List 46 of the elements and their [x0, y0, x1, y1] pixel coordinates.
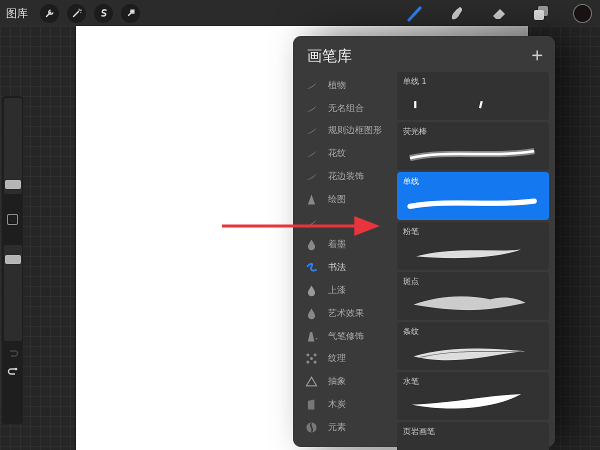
add-button[interactable]: + [531, 46, 543, 66]
gallery-button[interactable]: 图库 [6, 6, 28, 20]
brush-stroke-preview [414, 100, 483, 110]
pencil-tip-icon [305, 192, 318, 206]
drop-icon [305, 284, 318, 298]
brush-set-item[interactable]: 气笔修饰 [301, 324, 393, 348]
brush-card[interactable]: 水笔 [397, 372, 549, 420]
ink-drop-icon [305, 238, 318, 252]
panel-title: 画笔库 [307, 46, 352, 66]
brush-card[interactable]: 粉笔 [397, 222, 549, 270]
brush-set-item[interactable]: 抽象 [301, 370, 393, 394]
brush-card[interactable]: 条纹 [397, 322, 549, 370]
brush-set-item[interactable]: 元素 [301, 416, 393, 439]
brush-set-item[interactable]: 绘图 [301, 188, 393, 211]
brush-card[interactable]: 荧光棒 [397, 122, 549, 170]
color-swatch[interactable] [573, 4, 592, 22]
wrench-button[interactable] [40, 4, 59, 22]
brush-card[interactable]: 斑点 [397, 272, 549, 320]
modify-button[interactable] [7, 214, 18, 225]
airbrush-icon [305, 330, 318, 343]
selection-button[interactable] [94, 4, 113, 22]
brush-set-item[interactable]: 书法 [301, 256, 393, 280]
brush-set-item[interactable]: 花纹 [301, 142, 393, 166]
slider-thumb[interactable] [4, 180, 20, 190]
brush-set-item[interactable]: 无名组合 [301, 96, 393, 120]
magic-wand-button[interactable] [67, 4, 86, 22]
layers-icon[interactable] [531, 3, 551, 23]
triangle-icon [305, 375, 318, 388]
ink-drop-icon [305, 306, 318, 320]
circle-swirl-icon [305, 420, 318, 434]
brush-card[interactable]: 页岩画笔 [397, 422, 549, 450]
brush-set-item[interactable]: 规则边框图形 [301, 120, 393, 142]
arrow-cursor-button[interactable] [121, 4, 140, 22]
brush-card[interactable]: 单线 1 [397, 72, 549, 120]
brush-set-item[interactable]: 木炭 [301, 393, 393, 416]
brush-set-item[interactable]: 艺术效果 [301, 302, 393, 325]
brush-set-item[interactable]: 纹理 [301, 348, 393, 370]
brush-set-item[interactable]: 着墨 [301, 234, 393, 256]
calligraphy-icon [305, 261, 318, 274]
brush-set-item[interactable]: 花边装饰 [301, 165, 393, 188]
brush-set-item[interactable]: 植物 [301, 74, 393, 97]
slider-thumb[interactable] [4, 255, 20, 264]
brush-set-item[interactable]: 上漆 [301, 279, 393, 302]
dots-icon [305, 352, 318, 366]
brush-card[interactable]: 单线 [397, 172, 549, 220]
redo-icon[interactable] [6, 365, 18, 377]
